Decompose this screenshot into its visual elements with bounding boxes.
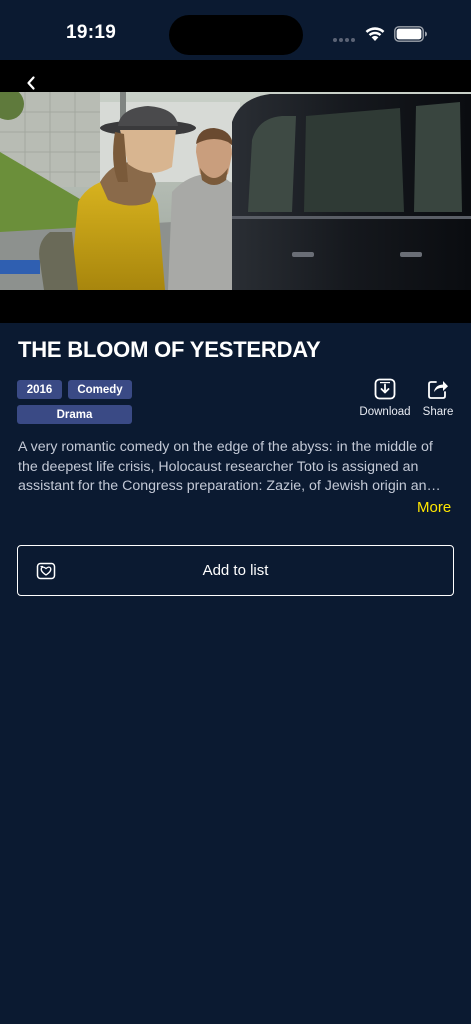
share-button[interactable]: Share <box>418 378 458 418</box>
year-tag: 2016 <box>17 380 62 399</box>
status-time: 19:19 <box>66 22 117 43</box>
download-button[interactable]: Download <box>356 378 414 418</box>
share-label: Share <box>422 406 454 418</box>
movie-title: THE BLOOM OF YESTERDAY <box>18 337 321 362</box>
battery-icon <box>394 26 427 42</box>
dynamic-island <box>169 15 303 55</box>
cellular-signal-icon <box>333 38 355 42</box>
download-label: Download <box>359 406 411 418</box>
wifi-icon <box>365 27 385 41</box>
add-to-list-button[interactable]: Add to list <box>17 545 454 596</box>
video-frame-image <box>0 92 471 290</box>
status-bar: 19:19 <box>0 0 471 60</box>
video-player[interactable] <box>0 60 471 323</box>
back-button[interactable] <box>20 72 42 94</box>
genre-tag-drama: Drama <box>17 405 132 424</box>
back-chevron-icon <box>27 76 35 90</box>
movie-description: A very romantic comedy on the edge of th… <box>18 439 441 494</box>
download-icon <box>374 378 396 400</box>
more-link[interactable]: More <box>417 499 451 516</box>
genre-tag-comedy: Comedy <box>68 380 132 399</box>
share-icon <box>428 381 448 399</box>
add-to-list-label: Add to list <box>202 562 269 579</box>
